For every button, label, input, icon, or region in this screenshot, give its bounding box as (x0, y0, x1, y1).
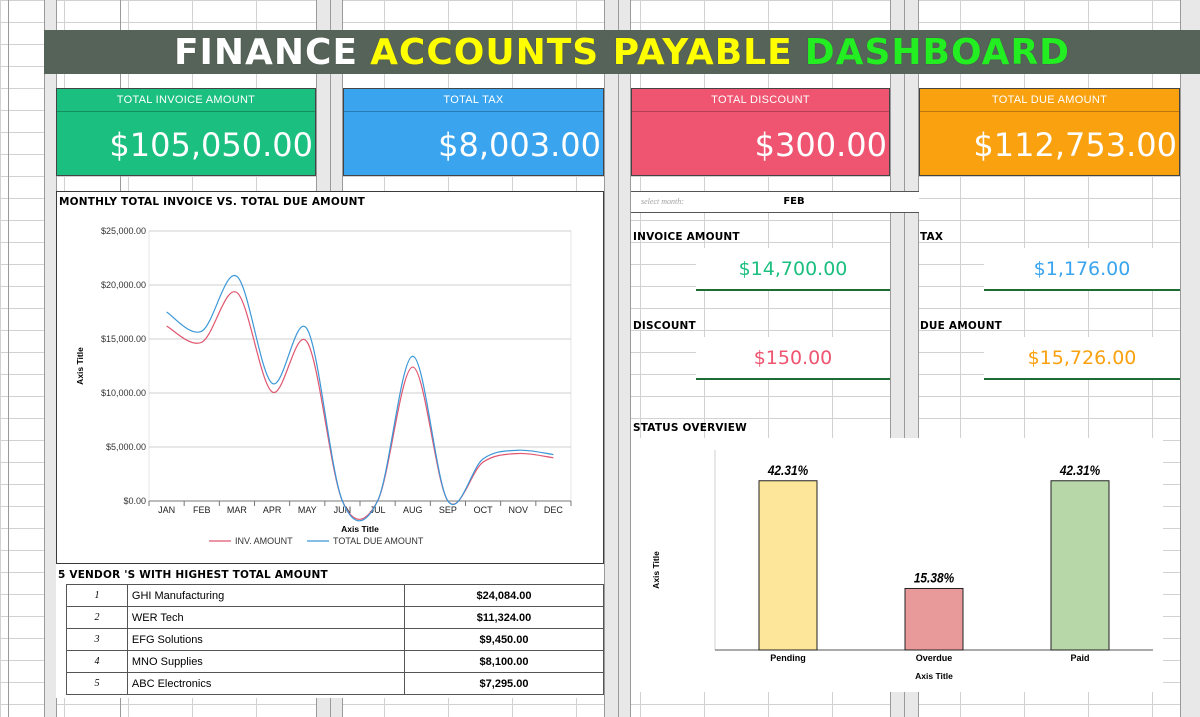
invoice-amount-label: INVOICE AMOUNT (633, 231, 740, 243)
kpi-total-tax: TOTAL TAX $8,003.00 (343, 88, 604, 176)
x-tick-label: Paid (1070, 653, 1089, 663)
status-bar-chart: 42.31% Pending 15.38% Overdue 42.31% Paid Axis… (651, 450, 1153, 681)
bar-data-label: 42.31% (767, 462, 809, 478)
y-tick-label: $10,000.00 (101, 388, 146, 398)
status-chart-panel: 42.31% Pending 15.38% Overdue 42.31% Paid Axis… (631, 438, 1163, 692)
kpi-total-invoice: TOTAL INVOICE AMOUNT $105,050.00 (56, 88, 316, 176)
vendor-amount: $24,084.00 (404, 584, 604, 607)
line-chart: $0.00 $5,000.00 $10,000.00 $15,000.00 $20,00… (75, 226, 572, 546)
vendor-name: MNO Supplies (126, 650, 406, 673)
bar-overdue (904, 587, 964, 651)
table-row: 3 EFG Solutions $9,450.00 (66, 628, 604, 651)
x-axis-title: Axis Title (915, 671, 953, 681)
vendor-amount: $11,324.00 (404, 606, 604, 629)
y-axis-title: Axis Title (651, 551, 661, 589)
y-axis-title: Axis Title (75, 347, 85, 385)
x-tick-label: APR (263, 505, 282, 515)
kpi-total-due: TOTAL DUE AMOUNT $112,753.00 (919, 88, 1180, 176)
tax-value: $1,176.00 (984, 248, 1180, 291)
y-tick-label: $0.00 (123, 496, 146, 506)
x-tick-label: SEP (439, 505, 457, 515)
vendor-name: ABC Electronics (126, 672, 406, 695)
bar-data-label: 42.31% (1059, 462, 1101, 478)
vendor-rank: 1 (66, 584, 128, 607)
kpi-total-discount: TOTAL DISCOUNT $300.00 (631, 88, 890, 176)
table-row: 1 GHI Manufacturing $24,084.00 (66, 584, 604, 607)
y-tick-label: $20,000.00 (101, 280, 146, 290)
invoice-amount-value: $14,700.00 (696, 248, 890, 291)
x-tick-label: MAY (298, 505, 317, 515)
vendor-section: 5 VENDOR 'S WITH HIGHEST TOTAL AMOUNT 1G… (56, 564, 604, 698)
due-amount-label: DUE AMOUNT (920, 320, 1003, 332)
title-dashboard: DASHBOARD (804, 31, 1071, 73)
x-tick-label: DEC (544, 505, 564, 515)
vendor-amount: $9,450.00 (404, 628, 604, 651)
x-tick-label: MAR (227, 505, 248, 515)
title-accounts-payable: ACCOUNTS PAYABLE (370, 31, 793, 73)
vendor-amount: $8,100.00 (404, 650, 604, 673)
dashboard-title: FINANCE ACCOUNTS PAYABLE DASHBOARD (44, 30, 1200, 74)
vendor-name: EFG Solutions (126, 628, 406, 651)
vendor-name: WER Tech (126, 606, 406, 629)
line-chart-panel: MONTHLY TOTAL INVOICE VS. TOTAL DUE AMOU… (56, 191, 604, 564)
vendor-name: GHI Manufacturing (126, 584, 406, 607)
vendor-amount: $7,295.00 (404, 672, 604, 695)
kpi-label: TOTAL INVOICE AMOUNT (57, 89, 315, 112)
x-tick-label: JAN (158, 505, 175, 515)
x-axis-title: Axis Title (341, 524, 379, 534)
table-row: 5 ABC Electronics $7,295.00 (66, 672, 604, 695)
line-chart-title: MONTHLY TOTAL INVOICE VS. TOTAL DUE AMOU… (59, 196, 366, 208)
month-selector-value[interactable]: FEB (697, 196, 891, 207)
kpi-label: TOTAL DUE AMOUNT (920, 89, 1179, 112)
due-amount-value: $15,726.00 (984, 337, 1180, 380)
status-overview-title: STATUS OVERVIEW (633, 422, 747, 434)
kpi-label: TOTAL DISCOUNT (632, 89, 889, 112)
x-tick-label: FEB (193, 505, 211, 515)
bar-pending (758, 480, 818, 651)
vendor-section-title: 5 VENDOR 'S WITH HIGHEST TOTAL AMOUNT (58, 569, 328, 581)
vendor-rank: 3 (66, 628, 128, 651)
title-finance: FINANCE (173, 31, 359, 73)
vendor-rank: 2 (66, 606, 128, 629)
vendor-table: 1 GHI Manufacturing $24,084.00 2 WER Tech $11… (66, 584, 604, 695)
x-tick-label: AUG (403, 505, 423, 515)
x-tick-label: OCT (474, 505, 494, 515)
x-tick-label: Overdue (916, 653, 953, 663)
plot-area (148, 230, 572, 502)
kpi-value: $105,050.00 (109, 126, 313, 164)
tax-label: TAX (920, 231, 944, 243)
bar-paid (1050, 480, 1110, 651)
kpi-value: $300.00 (754, 126, 887, 164)
vendor-rank: 4 (66, 650, 128, 673)
kpi-label: TOTAL TAX (344, 89, 603, 112)
legend-label: INV. AMOUNT (235, 536, 293, 546)
kpi-value: $8,003.00 (438, 126, 601, 164)
x-tick-label: NOV (508, 505, 528, 515)
discount-label: DISCOUNT (633, 320, 696, 332)
y-tick-label: $15,000.00 (101, 334, 146, 344)
legend-label: TOTAL DUE AMOUNT (333, 536, 424, 546)
table-row: 2 WER Tech $11,324.00 (66, 606, 604, 629)
month-selector[interactable]: select month: FEB (631, 191, 919, 213)
discount-value: $150.00 (696, 337, 890, 380)
x-tick-label: Pending (770, 653, 806, 663)
bar-data-label: 15.38% (914, 570, 955, 586)
kpi-value: $112,753.00 (973, 126, 1177, 164)
month-selector-label: select month: (641, 197, 684, 206)
y-tick-label: $25,000.00 (101, 226, 146, 236)
table-row: 4 MNO Supplies $8,100.00 (66, 650, 604, 673)
y-tick-label: $5,000.00 (106, 442, 146, 452)
vendor-rank: 5 (66, 672, 128, 695)
